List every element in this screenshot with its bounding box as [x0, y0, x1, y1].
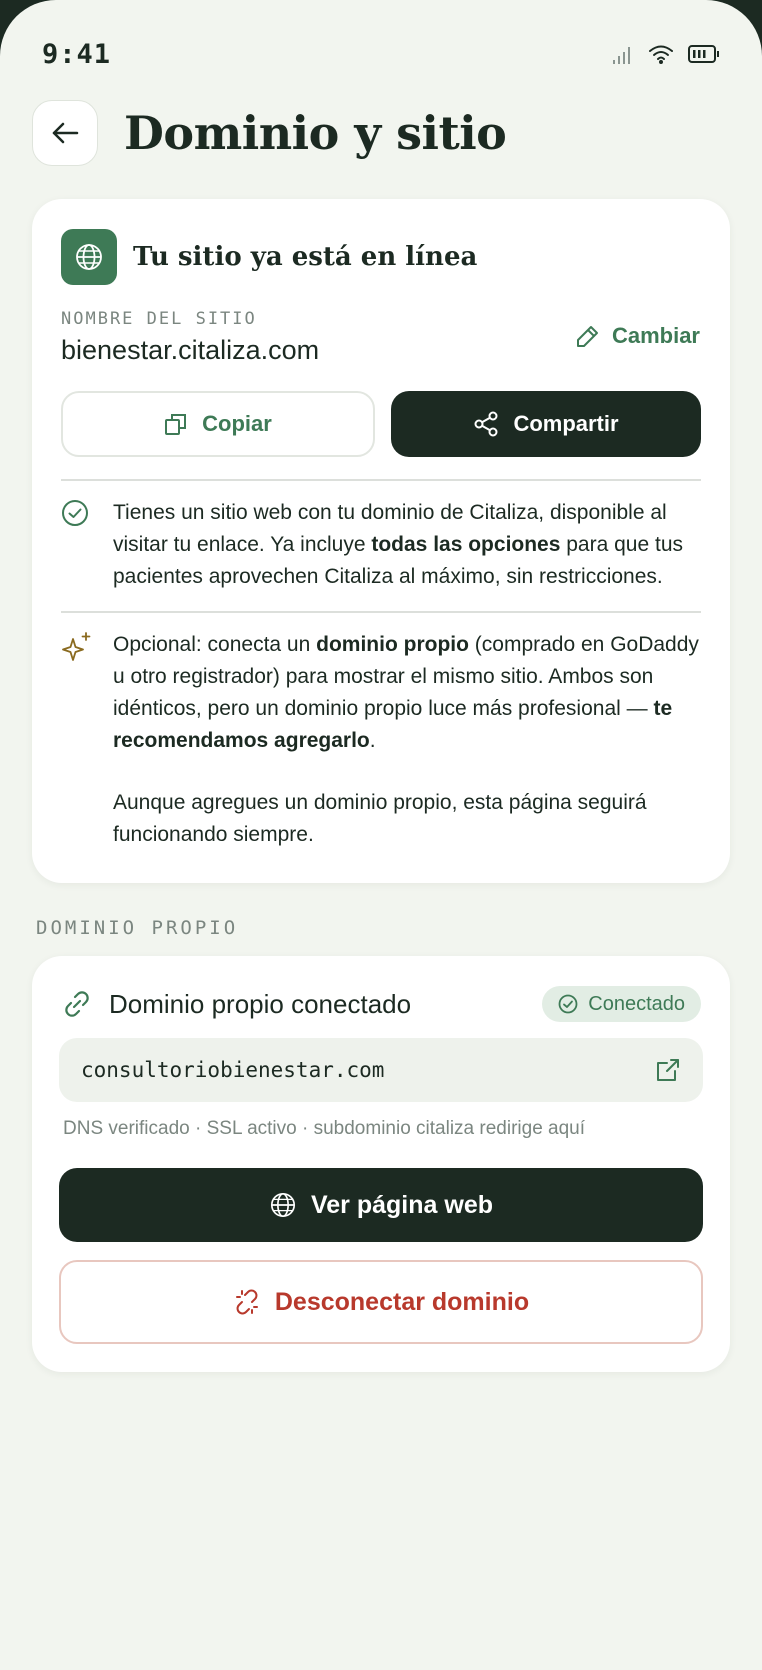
view-website-label: Ver página web [310, 1190, 493, 1219]
link-icon [65, 991, 89, 1017]
battery-icon [688, 45, 719, 63]
view-website-button[interactable]: Ver página web [59, 1168, 703, 1242]
status-icons [612, 43, 720, 65]
pencil-icon [576, 326, 598, 347]
site-status-badge [61, 229, 117, 285]
broken-link-icon [235, 1289, 258, 1315]
share-icon [474, 411, 498, 437]
external-link-icon[interactable] [655, 1057, 681, 1083]
divider [61, 611, 701, 613]
dns-status: DNS verificado · SSL activo · subdominio… [63, 1118, 586, 1139]
share-label: Compartir [513, 411, 619, 436]
domain-value: consultoriobienestar.com [81, 1058, 385, 1082]
sparkle-icon [62, 632, 91, 661]
site-card: Tu sitio ya está en línea NOMBRE DEL SIT… [32, 199, 730, 883]
copy-icon [165, 414, 187, 435]
custom-domain-header: Dominio propio conectado Conectado [61, 984, 701, 1024]
custom-domain-card: Dominio propio conectado Conectado consu… [32, 956, 730, 1372]
wifi-icon [649, 45, 673, 64]
arrow-left-icon [52, 122, 79, 144]
check-circle-icon [62, 500, 88, 526]
change-label: Cambiar [611, 323, 700, 348]
change-site-button[interactable]: Cambiar [576, 323, 700, 349]
disconnect-label: Desconectar dominio [274, 1287, 530, 1316]
screen: 9:41 Dominio y sitio Tu sitio ya está en… [0, 0, 762, 1670]
domain-field[interactable]: consultoriobienestar.com [59, 1038, 703, 1102]
custom-domain-title: Dominio propio conectado [109, 988, 412, 1019]
back-button[interactable] [32, 100, 98, 166]
section-label-custom-domain: DOMINIO PROPIO [36, 917, 239, 939]
copy-button[interactable]: Copiar [61, 391, 375, 457]
info-included: Tienes un sitio web con tu dominio de Ci… [61, 497, 701, 593]
info-included-text: Tienes un sitio web con tu dominio de Ci… [113, 501, 684, 588]
status-badge: Conectado [542, 986, 701, 1022]
copy-label: Copiar [202, 411, 272, 436]
site-header: Tu sitio ya está en línea [61, 229, 477, 285]
globe-icon [270, 1192, 296, 1218]
check-circle-icon [558, 994, 578, 1014]
info-optional-text: Opcional: conecta un dominio propio (com… [113, 629, 701, 851]
site-card-title: Tu sitio ya está en línea [133, 242, 478, 272]
globe-icon [76, 244, 102, 270]
disconnect-domain-button[interactable]: Desconectar dominio [59, 1260, 703, 1344]
signal-icon [613, 47, 630, 64]
share-button[interactable]: Compartir [391, 391, 701, 457]
status-time: 9:41 [42, 38, 112, 70]
site-name: bienestar.citaliza.com [61, 335, 320, 365]
site-name-label: NOMBRE DEL SITIO [61, 309, 257, 329]
status-badge-label: Conectado [588, 992, 685, 1015]
page-title: Dominio y sitio [124, 106, 507, 160]
divider [61, 479, 701, 481]
info-optional-note: Aunque agregues un dominio propio, esta … [113, 791, 647, 846]
info-optional: Opcional: conecta un dominio propio (com… [61, 629, 701, 851]
status-bar: 9:41 [42, 36, 720, 72]
